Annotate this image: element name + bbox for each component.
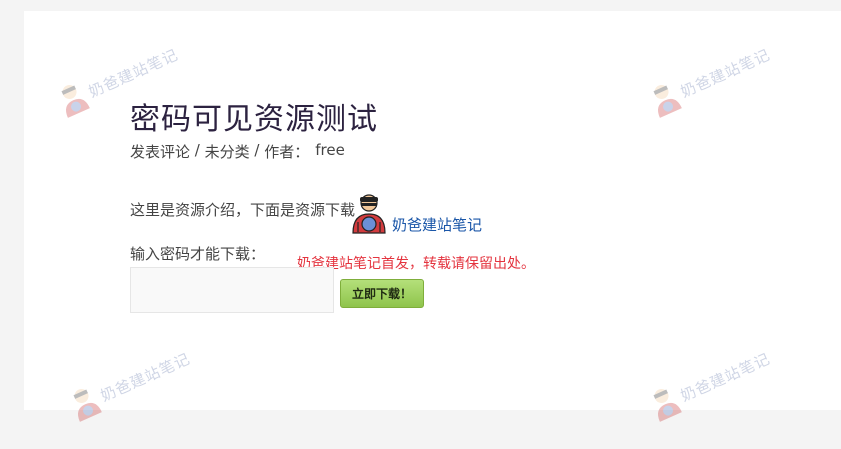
- password-input[interactable]: [130, 267, 334, 313]
- author-label: 作者：: [264, 143, 310, 161]
- brand-link[interactable]: 奶爸建站笔记: [348, 192, 482, 234]
- post-meta: 发表评论 / 未分类 / 作者： free: [130, 141, 345, 162]
- post-intro: 这里是资源介绍，下面是资源下载: [130, 201, 356, 219]
- category-link[interactable]: 未分类: [205, 141, 250, 162]
- comment-link[interactable]: 发表评论: [130, 141, 190, 162]
- post-title: 密码可见资源测试: [130, 102, 378, 137]
- meta-separator: /: [249, 141, 265, 159]
- download-button[interactable]: 立即下载！: [340, 279, 424, 308]
- mascot-icon: [352, 194, 386, 234]
- author-link[interactable]: free: [315, 141, 345, 162]
- password-label: 输入密码才能下载：: [130, 245, 266, 263]
- meta-separator: /: [190, 141, 205, 159]
- brand-name: 奶爸建站笔记: [392, 216, 483, 234]
